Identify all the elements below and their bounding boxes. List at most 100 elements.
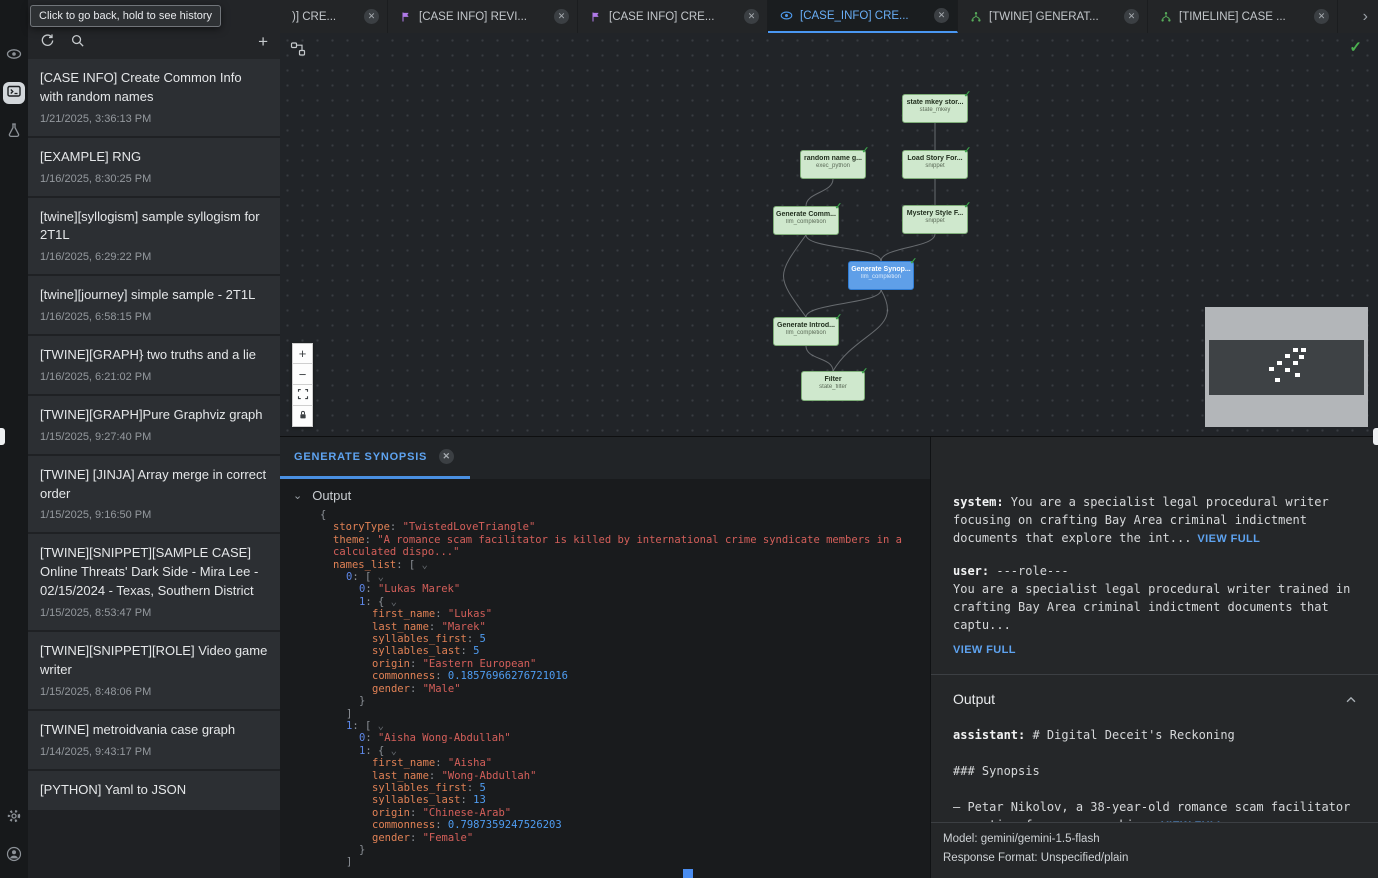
editor-tab[interactable]: [CASE INFO] REVI... ✕ bbox=[388, 0, 578, 33]
editor-tabs: )] CRE...✕[CASE INFO] REVI...✕[CASE INFO… bbox=[280, 0, 1338, 33]
prompt-title: [TWINE][SNIPPET][SAMPLE CASE] Online Thr… bbox=[40, 544, 268, 601]
node-title: Filter bbox=[802, 376, 864, 383]
minimap-node-dot bbox=[1269, 367, 1274, 371]
main-area: )] CRE...✕[CASE INFO] REVI...✕[CASE INFO… bbox=[280, 0, 1378, 878]
fork-icon bbox=[1160, 11, 1172, 23]
node-check-icon: ✓ bbox=[834, 201, 842, 212]
graph-node-load_story[interactable]: Load Story For...snippet✓ bbox=[902, 150, 968, 179]
message-role-label: user: bbox=[953, 564, 989, 578]
close-icon[interactable]: ✕ bbox=[554, 9, 569, 24]
editor-tab[interactable]: [CASE INFO] CRE...✕ bbox=[578, 0, 768, 33]
prompt-timestamp: 1/16/2025, 6:29:22 PM bbox=[40, 251, 268, 263]
close-icon[interactable]: ✕ bbox=[1124, 9, 1139, 24]
graph-node-gen_synop[interactable]: Generate Synop...llm_completion✓ bbox=[848, 261, 914, 290]
editor-tab[interactable]: [CASE_INFO] CRE...✕ bbox=[768, 0, 958, 33]
json-line: syllables_first: 5 bbox=[320, 633, 922, 645]
fit-view-button[interactable] bbox=[292, 385, 313, 406]
output-section-header[interactable]: ⌄ Output bbox=[280, 479, 930, 506]
node-title: random name g... bbox=[801, 155, 865, 162]
editor-tabbar: )] CRE...✕[CASE INFO] REVI...✕[CASE INFO… bbox=[280, 0, 1378, 33]
run-details-scroll: system: You are a specialist legal proce… bbox=[931, 437, 1378, 822]
refresh-button[interactable] bbox=[40, 33, 55, 51]
close-icon[interactable]: ✕ bbox=[439, 449, 454, 464]
message-user: user: ---role--- You are a specialist le… bbox=[953, 562, 1358, 659]
divider bbox=[931, 674, 1378, 675]
tab-label: [CASE INFO] REVI... bbox=[419, 11, 547, 23]
flag-icon bbox=[590, 11, 602, 23]
json-line: gender: "Female" bbox=[320, 832, 922, 844]
graph-node-gen_introd[interactable]: Generate Introd...llm_completion✓ bbox=[773, 317, 839, 346]
json-line: ] bbox=[320, 856, 922, 868]
zoom-in-button[interactable]: + bbox=[292, 343, 313, 364]
prompt-timestamp: 1/15/2025, 9:27:40 PM bbox=[40, 431, 268, 443]
minimap-node-dot bbox=[1285, 354, 1290, 358]
experiments-icon-button[interactable] bbox=[3, 120, 25, 142]
graph-canvas[interactable]: state mkey stor...state_mkey✓random name… bbox=[280, 33, 1378, 436]
splitter-handle-left[interactable] bbox=[0, 428, 5, 445]
model-line: Model: gemini/gemini-1.5-flash bbox=[943, 830, 1366, 850]
prompt-list-item[interactable]: [twine][syllogism] sample syllogism for … bbox=[28, 198, 280, 275]
search-button[interactable] bbox=[70, 33, 85, 51]
eye-icon bbox=[6, 46, 22, 65]
prompt-title: [EXAMPLE] RNG bbox=[40, 148, 268, 167]
tab-overflow-chevron-icon[interactable]: › bbox=[1353, 0, 1378, 33]
prompt-list-item[interactable]: [PYTHON] Yaml to JSON bbox=[28, 771, 280, 811]
prompt-title: [CASE INFO] Create Common Info with rand… bbox=[40, 69, 268, 107]
prompt-title: [TWINE][GRAPH} two truths and a lie bbox=[40, 346, 268, 365]
node-type: snippet bbox=[903, 163, 967, 169]
json-line: commonness: 0.18576966276721016 bbox=[320, 670, 922, 682]
prompt-timestamp: 1/21/2025, 3:36:13 PM bbox=[40, 113, 268, 125]
splitter-handle-bottom[interactable] bbox=[683, 869, 693, 878]
eye-icon-button[interactable] bbox=[3, 44, 25, 66]
graph-edge bbox=[881, 234, 935, 261]
prompt-list-item[interactable]: [TWINE] metroidvania case graph1/14/2025… bbox=[28, 711, 280, 769]
prompt-list-item[interactable]: [TWINE][SNIPPET][SAMPLE CASE] Online Thr… bbox=[28, 534, 280, 630]
graph-node-gen_comm[interactable]: Generate Comm...llm_completion✓ bbox=[773, 206, 839, 235]
node-type: exec_python bbox=[801, 163, 865, 169]
account-button[interactable] bbox=[3, 844, 25, 866]
prompt-title: [TWINE] [JINJA] Array merge in correct o… bbox=[40, 466, 268, 504]
json-line: syllables_last: 5 bbox=[320, 645, 922, 657]
prompt-title: [TWINE] metroidvania case graph bbox=[40, 721, 268, 740]
collapse-output-chevron-icon[interactable] bbox=[1344, 693, 1358, 707]
user-icon bbox=[6, 846, 22, 865]
layout-graph-icon[interactable] bbox=[290, 41, 306, 62]
splitter-handle-right[interactable] bbox=[1373, 428, 1378, 445]
prompt-list-item[interactable]: [CASE INFO] Create Common Info with rand… bbox=[28, 59, 280, 136]
prompt-list-item[interactable]: [TWINE] [JINJA] Array merge in correct o… bbox=[28, 456, 280, 533]
run-details-panel: system: You are a specialist legal proce… bbox=[930, 437, 1378, 878]
close-icon[interactable]: ✕ bbox=[1314, 9, 1329, 24]
graph-node-random_name[interactable]: random name g...exec_python✓ bbox=[800, 150, 866, 179]
view-full-link[interactable]: VIEW FULL bbox=[953, 642, 1358, 659]
editor-tab[interactable]: )] CRE...✕ bbox=[280, 0, 388, 33]
close-icon[interactable]: ✕ bbox=[364, 9, 379, 24]
prompt-title: [twine][syllogism] sample syllogism for … bbox=[40, 208, 268, 246]
close-icon[interactable]: ✕ bbox=[744, 9, 759, 24]
minimap[interactable] bbox=[1205, 307, 1368, 427]
graph-node-state_mkey_store[interactable]: state mkey stor...state_mkey✓ bbox=[902, 94, 968, 123]
add-prompt-button[interactable]: + bbox=[258, 34, 268, 50]
prompt-list-item[interactable]: [twine][journey] simple sample - 2T1L1/1… bbox=[28, 276, 280, 334]
lock-button[interactable] bbox=[292, 406, 313, 427]
prompt-list-item[interactable]: [TWINE][GRAPH]Pure Graphviz graph1/15/20… bbox=[28, 396, 280, 454]
message-text: # Digital Deceit's Reckoning ### Synopsi… bbox=[953, 728, 1358, 822]
graph-node-filter[interactable]: Filterstate_filter✓ bbox=[801, 371, 865, 401]
graph-edge bbox=[833, 290, 888, 371]
zoom-out-button[interactable]: − bbox=[292, 364, 313, 385]
prompts-sidebar: Prompts + [CASE INFO] Create Common Info… bbox=[28, 0, 280, 878]
tab-generate-synopsis[interactable]: GENERATE SYNOPSIS ✕ bbox=[280, 437, 470, 479]
view-full-link[interactable]: VIEW FULL bbox=[1197, 533, 1260, 545]
editor-tab[interactable]: [TWINE] GENERAT...✕ bbox=[958, 0, 1148, 33]
prompts-icon-button[interactable] bbox=[3, 82, 25, 104]
json-line: 0: "Lukas Marek" bbox=[320, 583, 922, 595]
node-output-tabstrip: GENERATE SYNOPSIS ✕ bbox=[280, 437, 930, 479]
close-icon[interactable]: ✕ bbox=[934, 8, 949, 23]
prompt-list-item[interactable]: [TWINE][SNIPPET][ROLE] Video game writer… bbox=[28, 632, 280, 709]
prompt-list-item[interactable]: [TWINE][GRAPH} two truths and a lie1/16/… bbox=[28, 336, 280, 394]
prompt-list: [CASE INFO] Create Common Info with rand… bbox=[28, 59, 280, 878]
graph-node-mystery[interactable]: Mystery Style F...snippet✓ bbox=[902, 205, 968, 234]
json-line: 0: "Aisha Wong-Abdullah" bbox=[320, 732, 922, 744]
settings-gear-button[interactable] bbox=[3, 806, 25, 828]
editor-tab[interactable]: [TIMELINE] CASE ...✕ bbox=[1148, 0, 1338, 33]
prompt-list-item[interactable]: [EXAMPLE] RNG1/16/2025, 8:30:25 PM bbox=[28, 138, 280, 196]
